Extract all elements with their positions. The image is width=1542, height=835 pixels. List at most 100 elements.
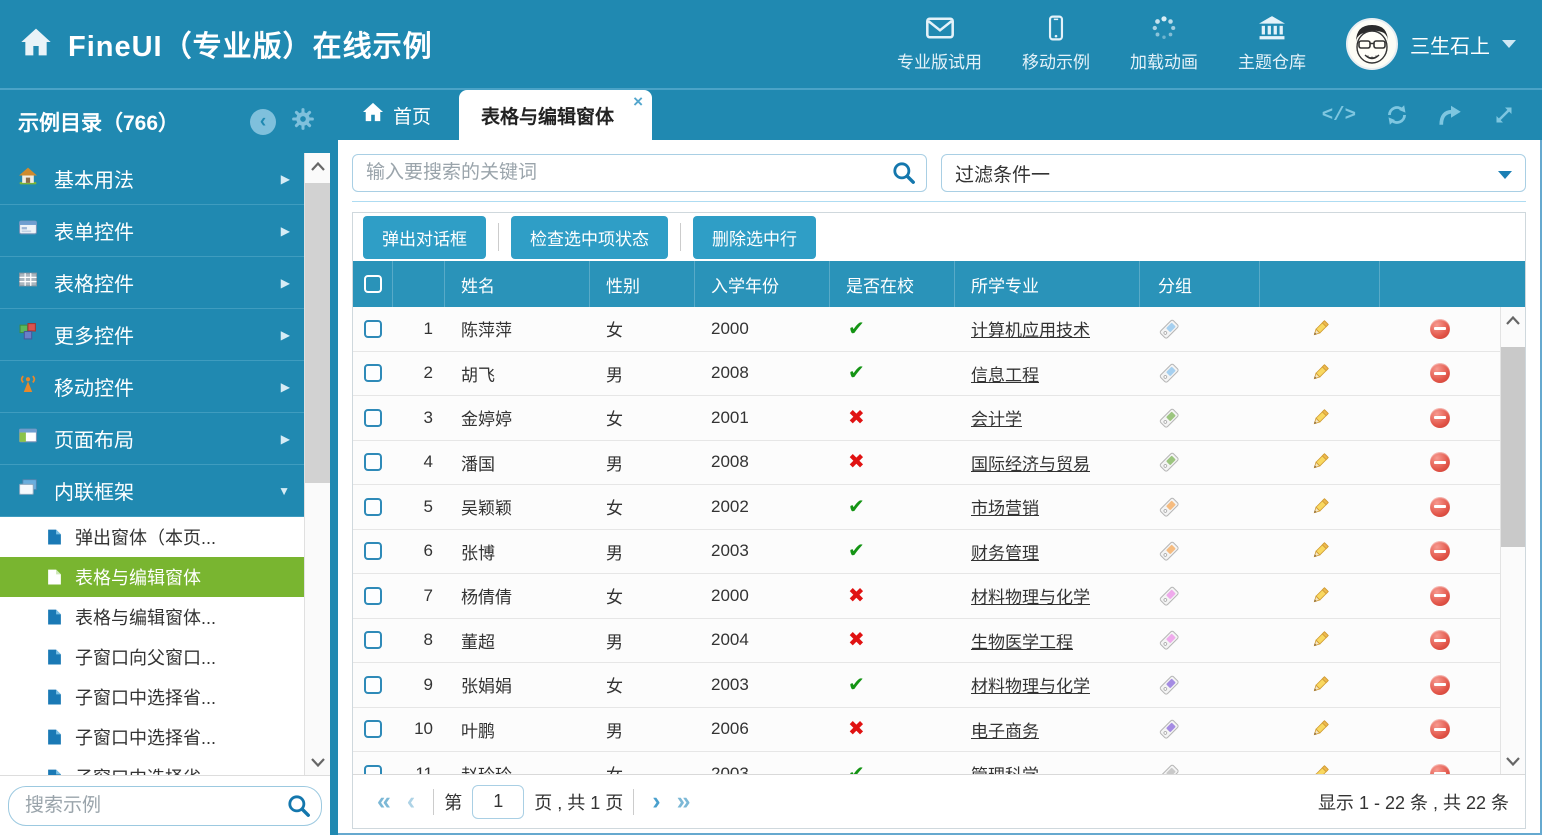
edit-pencil-icon[interactable] (1309, 763, 1331, 774)
major-link[interactable]: 计算机应用技术 (971, 316, 1090, 341)
sidebar-item-page-layout[interactable]: 页面布局 (0, 413, 304, 465)
tag-icon[interactable] (1158, 763, 1180, 774)
row-checkbox[interactable] (364, 765, 382, 774)
row-checkbox[interactable] (364, 320, 382, 338)
delete-selected-button[interactable]: 删除选中行 (693, 216, 816, 259)
sidebar-item-form-controls[interactable]: 表单控件 (0, 205, 304, 257)
edit-pencil-icon[interactable] (1309, 451, 1331, 473)
sidebar-submenu-item[interactable]: 子窗口中选择省... (0, 717, 304, 757)
tag-icon[interactable] (1158, 451, 1180, 473)
tag-icon[interactable] (1158, 674, 1180, 696)
scrollbar-thumb[interactable] (305, 183, 330, 483)
expand-icon[interactable] (1492, 103, 1516, 127)
edit-pencil-icon[interactable] (1309, 629, 1331, 651)
user-menu[interactable]: 三生石上 (1346, 18, 1516, 70)
major-link[interactable]: 市场营销 (971, 494, 1039, 519)
edit-pencil-icon[interactable] (1309, 540, 1331, 562)
delete-icon[interactable] (1430, 497, 1450, 517)
sidebar-submenu-item[interactable]: 表格与编辑窗体... (0, 597, 304, 637)
sidebar-splitter[interactable] (330, 90, 338, 835)
sidebar-scrollbar[interactable] (304, 153, 330, 775)
gear-icon[interactable] (290, 106, 316, 137)
check-selection-button[interactable]: 检查选中项状态 (511, 216, 668, 259)
major-link[interactable]: 生物医学工程 (971, 628, 1073, 653)
nav-themes[interactable]: 主题仓库 (1238, 15, 1306, 73)
major-link[interactable]: 电子商务 (971, 717, 1039, 742)
tag-icon[interactable] (1158, 629, 1180, 651)
tab-close-icon[interactable] (633, 92, 643, 112)
keyword-search-input[interactable] (352, 154, 927, 192)
tag-icon[interactable] (1158, 496, 1180, 518)
filter-dropdown[interactable]: 过滤条件一 (941, 154, 1526, 192)
nav-loading[interactable]: 加载动画 (1130, 15, 1198, 73)
sidebar-item-iframe[interactable]: 内联框架 (0, 465, 304, 517)
first-page-icon[interactable] (369, 789, 399, 814)
edit-pencil-icon[interactable] (1309, 585, 1331, 607)
tag-icon[interactable] (1158, 540, 1180, 562)
prev-page-icon[interactable] (399, 789, 423, 814)
scroll-down-icon[interactable] (305, 749, 330, 775)
nav-mobile[interactable]: 移动示例 (1022, 15, 1090, 73)
major-link[interactable]: 国际经济与贸易 (971, 450, 1090, 475)
sidebar-item-grid-controls[interactable]: 表格控件 (0, 257, 304, 309)
scroll-up-icon[interactable] (305, 153, 330, 179)
sidebar-item-basics[interactable]: 基本用法 (0, 153, 304, 205)
last-page-icon[interactable] (669, 789, 699, 814)
delete-icon[interactable] (1430, 719, 1450, 739)
table-scrollbar[interactable] (1500, 307, 1525, 774)
edit-pencil-icon[interactable] (1309, 318, 1331, 340)
delete-icon[interactable] (1430, 630, 1450, 650)
delete-icon[interactable] (1430, 319, 1450, 339)
delete-icon[interactable] (1430, 408, 1450, 428)
tab-grid-edit-window[interactable]: 表格与编辑窗体 (459, 90, 652, 140)
page-number-input[interactable] (472, 785, 524, 819)
view-source-icon[interactable]: </> (1322, 104, 1356, 126)
tag-icon[interactable] (1158, 718, 1180, 740)
row-checkbox[interactable] (364, 631, 382, 649)
delete-icon[interactable] (1430, 363, 1450, 383)
edit-pencil-icon[interactable] (1309, 718, 1331, 740)
refresh-icon[interactable] (1384, 102, 1410, 128)
delete-icon[interactable] (1430, 586, 1450, 606)
tag-icon[interactable] (1158, 585, 1180, 607)
tab-home[interactable]: 首页 (338, 90, 455, 140)
row-checkbox[interactable] (364, 587, 382, 605)
delete-icon[interactable] (1430, 541, 1450, 561)
edit-pencil-icon[interactable] (1309, 407, 1331, 429)
open-new-window-icon[interactable] (1438, 103, 1464, 127)
next-page-icon[interactable] (644, 789, 668, 814)
edit-pencil-icon[interactable] (1309, 674, 1331, 696)
row-checkbox[interactable] (364, 676, 382, 694)
sidebar-submenu-item[interactable]: 子窗口向父窗口... (0, 637, 304, 677)
sidebar-item-mobile-controls[interactable]: 移动控件 (0, 361, 304, 413)
major-link[interactable]: 信息工程 (971, 361, 1039, 386)
select-all-checkbox[interactable] (364, 275, 382, 293)
delete-icon[interactable] (1430, 452, 1450, 472)
tag-icon[interactable] (1158, 362, 1180, 384)
major-link[interactable]: 材料物理与化学 (971, 672, 1090, 697)
sidebar-submenu-item[interactable]: 弹出窗体（本页... (0, 517, 304, 557)
scroll-down-icon[interactable] (1501, 748, 1525, 774)
major-link[interactable]: 财务管理 (971, 539, 1039, 564)
delete-icon[interactable] (1430, 675, 1450, 695)
major-link[interactable]: 材料物理与化学 (971, 583, 1090, 608)
delete-icon[interactable] (1430, 764, 1450, 774)
tag-icon[interactable] (1158, 407, 1180, 429)
sidebar-submenu-item[interactable]: 子窗口中选择省... (0, 677, 304, 717)
major-link[interactable]: 会计学 (971, 405, 1022, 430)
collapse-sidebar-icon[interactable]: ‹ (250, 109, 276, 135)
major-link[interactable]: 管理科学 (971, 761, 1039, 774)
search-icon[interactable] (891, 160, 917, 191)
row-checkbox[interactable] (364, 720, 382, 738)
open-dialog-button[interactable]: 弹出对话框 (363, 216, 486, 259)
nav-trial[interactable]: 专业版试用 (897, 15, 982, 73)
row-checkbox[interactable] (364, 409, 382, 427)
sidebar-submenu-item[interactable]: 表格与编辑窗体 (0, 557, 304, 597)
row-checkbox[interactable] (364, 364, 382, 382)
row-checkbox[interactable] (364, 453, 382, 471)
edit-pencil-icon[interactable] (1309, 496, 1331, 518)
row-checkbox[interactable] (364, 498, 382, 516)
scrollbar-thumb[interactable] (1501, 347, 1525, 547)
tag-icon[interactable] (1158, 318, 1180, 340)
search-icon[interactable] (286, 793, 312, 824)
